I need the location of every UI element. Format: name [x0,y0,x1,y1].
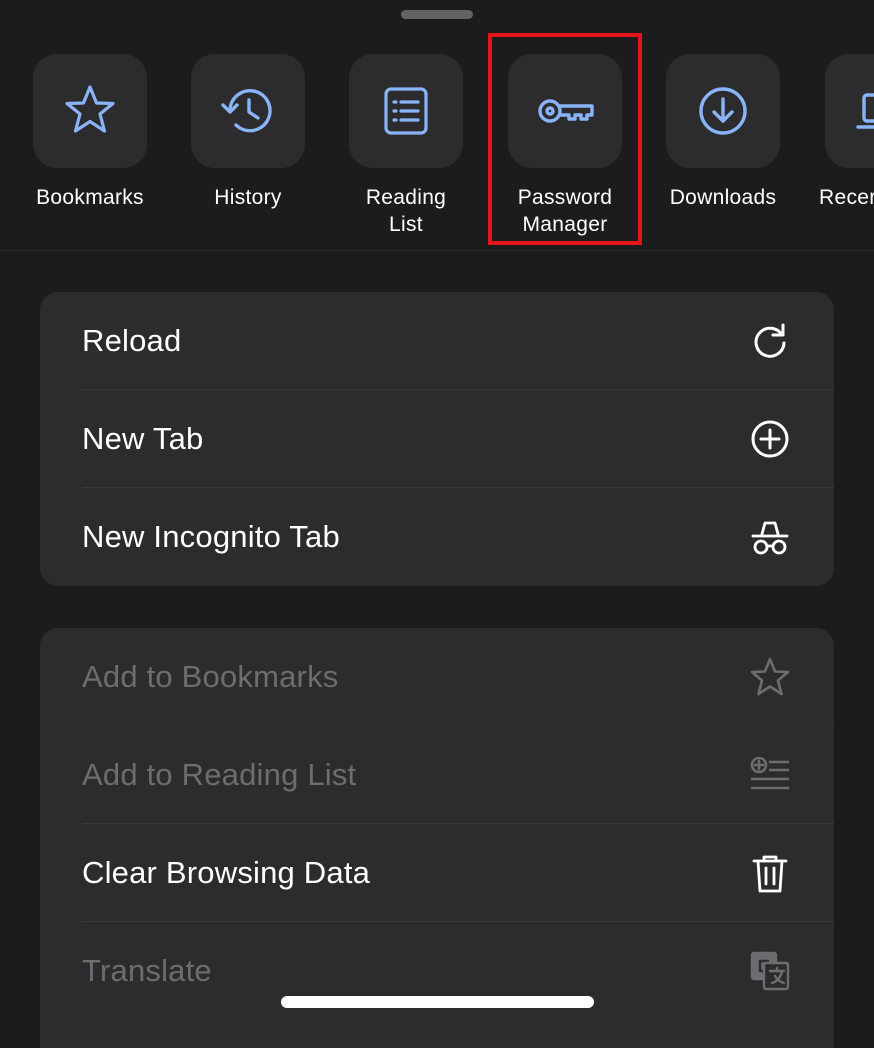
reading-list-icon [384,87,428,135]
destination-label: Reading List [365,186,447,236]
menu-item-label: Add to Reading List [82,757,357,792]
menu-item-add-to-bookmarks[interactable]: Add to Bookmarks [40,628,834,726]
star-icon [65,85,115,133]
menu-group-tools: Add to Bookmarks Add to Reading List Cle… [40,628,834,1048]
menu-item-new-tab[interactable]: New Tab [40,390,834,488]
menu-item-label: Reload [82,323,182,358]
menu-item-new-incognito-tab[interactable]: New Incognito Tab [40,488,834,586]
destination-downloads[interactable]: Downloads [665,54,781,211]
menu-item-label: Translate [82,953,212,988]
destinations-strip[interactable]: Bookmarks History Reading List Password … [0,0,874,250]
destination-tile[interactable] [666,54,780,168]
history-icon [221,89,272,133]
menu-item-label: New Tab [82,421,204,456]
menu-item-label: Add to Bookmarks [82,659,339,694]
destination-tile[interactable] [825,54,874,168]
menu-item-label: Clear Browsing Data [82,855,371,890]
destination-label: Downloads [669,186,777,209]
add-circle-icon [748,417,792,461]
destination-tile[interactable] [349,54,463,168]
menu-item-clear-browsing-data[interactable]: Clear Browsing Data [40,824,834,922]
menu-group-page-actions: Reload New Tab New Incognito Tab [40,292,834,586]
destination-tile[interactable] [33,54,147,168]
destination-recent[interactable]: Recer [819,54,874,211]
menu-item-label: New Incognito Tab [82,519,340,554]
home-indicator [281,996,594,1008]
translate-icon [748,949,792,993]
destination-label: History [214,186,282,209]
destination-label: Bookmarks [36,186,144,209]
destination-tile[interactable] [191,54,305,168]
destination-history[interactable]: History [190,54,306,211]
destination-reading-list[interactable]: Reading List [348,54,464,238]
menu-item-add-to-reading-list[interactable]: Add to Reading List [40,726,834,824]
laptop-icon [856,93,874,129]
star-outline-icon [748,655,792,699]
download-icon [699,87,747,135]
trash-icon [748,851,792,895]
incognito-icon [748,515,792,559]
menu-item-reload[interactable]: Reload [40,292,834,390]
destination-bookmarks[interactable]: Bookmarks [32,54,148,211]
highlight-box [488,33,642,245]
destination-label: Recer [819,186,874,209]
add-list-icon [748,753,792,797]
reload-icon [748,319,792,363]
divider [0,250,874,251]
